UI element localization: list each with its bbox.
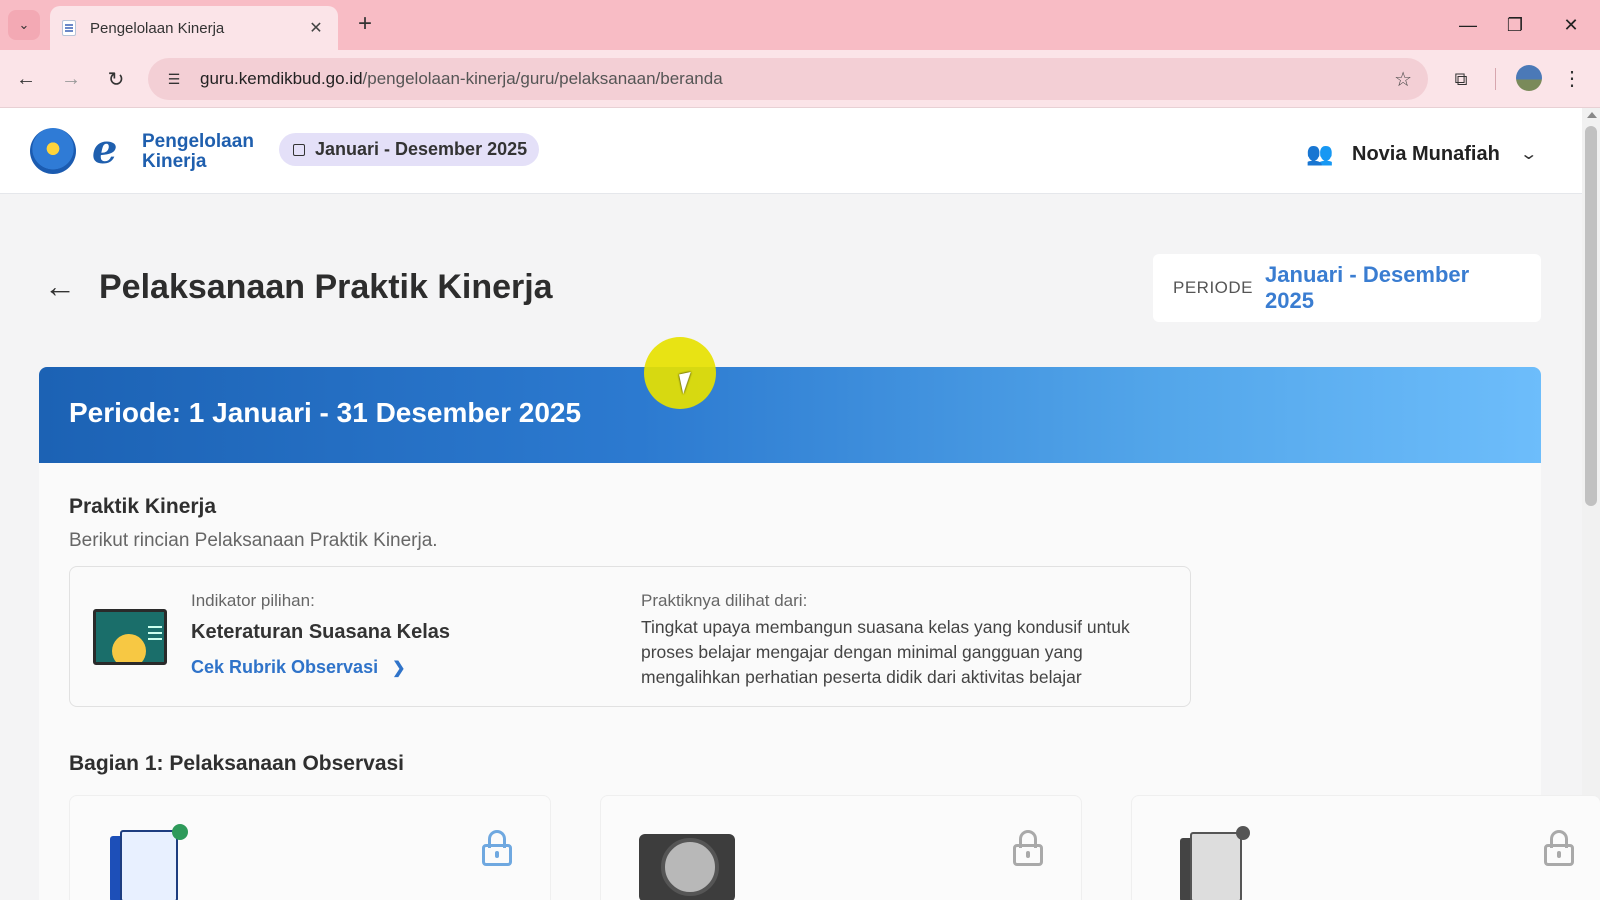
classroom-illustration-icon <box>93 609 167 665</box>
period-pill-label: Januari - Desember 2025 <box>315 139 528 159</box>
clipboard-check-illustration-icon <box>639 834 735 900</box>
page-back-arrow-icon[interactable]: ← <box>44 270 80 306</box>
board-lines-shape <box>148 626 162 628</box>
page-title: Pelaksanaan Praktik Kinerja <box>99 268 553 306</box>
new-tab-button[interactable]: + <box>352 12 378 38</box>
calendar-icon <box>293 143 305 156</box>
address-bar[interactable]: ☰ guru.kemdikbud.go.id/pengelolaan-kiner… <box>148 58 1428 100</box>
more-menu-icon[interactable]: ⋮ <box>1560 66 1584 92</box>
forward-arrow-icon[interactable]: → <box>54 62 88 96</box>
step-card-1[interactable] <box>69 795 551 900</box>
cek-rubrik-label: Cek Rubrik Observasi <box>191 657 379 677</box>
lock-icon <box>1544 830 1574 866</box>
browser-tab[interactable]: Pengelolaan Kinerja ✕ <box>50 6 338 50</box>
indicator-label: Indikator pilihan: <box>191 591 315 610</box>
page-favicon-icon <box>62 20 76 36</box>
check-badge-icon <box>172 824 188 840</box>
browser-tab-bar: ⌄ Pengelolaan Kinerja ✕ + — ❐ ✕ <box>0 0 1600 50</box>
minimize-button[interactable]: — <box>1448 10 1488 40</box>
app-logo-mark: e <box>92 126 118 173</box>
logo-line2: Kinerja <box>142 151 207 172</box>
banner-text: Periode: 1 Januari - 31 Desember 2025 <box>69 397 582 428</box>
smiley-sun-shape <box>112 634 146 662</box>
chevron-right-icon: ❯ <box>392 659 406 677</box>
app-header: e Pengelolaan Kinerja Januari - Desember… <box>0 108 1582 194</box>
reload-icon[interactable]: ↻ <box>99 62 133 96</box>
back-arrow-icon[interactable]: ← <box>9 62 43 96</box>
app-logo-text: Pengelolaan Kinerja <box>142 132 254 172</box>
browser-toolbar: ← → ↻ ☰ guru.kemdikbud.go.id/pengelolaan… <box>0 50 1600 108</box>
extensions-icon[interactable]: ⧉ <box>1448 66 1474 92</box>
chevron-down-icon: ⌄ <box>1519 146 1538 163</box>
report-illustration-icon <box>1180 826 1250 900</box>
profile-avatar[interactable] <box>1516 65 1542 91</box>
scroll-thumb[interactable] <box>1585 126 1597 506</box>
lock-icon <box>482 830 512 866</box>
practice-label: Praktiknya dilihat dari: <box>641 591 808 610</box>
toolbar-divider <box>1495 68 1496 90</box>
check-disc-shape <box>661 838 719 896</box>
scroll-up-arrow-icon[interactable] <box>1587 112 1597 118</box>
logo-line1: Pengelolaan <box>142 131 254 152</box>
report-sheet-shape <box>1190 832 1242 900</box>
lock-body-shape <box>482 844 512 866</box>
page-scrollbar[interactable] <box>1582 108 1600 900</box>
indicator-card: Indikator pilihan: Keteraturan Suasana K… <box>69 566 1191 707</box>
tab-close-icon[interactable]: ✕ <box>306 18 326 38</box>
indicator-title: Keteraturan Suasana Kelas <box>191 621 451 643</box>
lock-icon <box>1013 830 1043 866</box>
document-illustration-icon <box>110 824 190 900</box>
section-title: Praktik Kinerja <box>69 495 217 518</box>
lock-body-shape <box>1013 844 1043 866</box>
cursor-highlight <box>644 337 716 409</box>
periode-label: PERIODE <box>1173 278 1254 297</box>
step-card-3[interactable] <box>1131 795 1600 900</box>
doc-sheet-shape <box>120 830 178 900</box>
user-name: Novia Munafiah <box>1352 142 1500 165</box>
lock-body-shape <box>1544 844 1574 866</box>
tab-list-chevron-icon[interactable]: ⌄ <box>8 10 40 40</box>
url-path: /pengelolaan-kinerja/guru/pelaksanaan/be… <box>362 69 723 88</box>
periode-value: Januari - Desember 2025 <box>1265 262 1470 313</box>
cek-rubrik-link[interactable]: Cek Rubrik Observasi ❯ <box>191 657 406 678</box>
people-icon: 👥 <box>1306 141 1334 166</box>
period-banner: Periode: 1 Januari - 31 Desember 2025 <box>39 367 1541 463</box>
period-pill[interactable]: Januari - Desember 2025 <box>279 133 540 166</box>
periode-box: PERIODE Januari - Desember 2025 <box>1153 254 1541 322</box>
user-menu[interactable]: 👥 Novia Munafiah ⌄ <box>1306 138 1538 170</box>
tab-title: Pengelolaan Kinerja <box>90 19 225 37</box>
kemdikbud-emblem-logo <box>30 128 76 174</box>
url-text: guru.kemdikbud.go.id/pengelolaan-kinerja… <box>200 69 1394 89</box>
close-window-button[interactable]: ✕ <box>1551 10 1591 40</box>
section2-title: Bagian 1: Pelaksanaan Observasi <box>69 752 405 775</box>
site-settings-icon[interactable]: ☰ <box>164 69 184 89</box>
bookmark-star-icon[interactable]: ☆ <box>1394 67 1412 92</box>
section-subtitle: Berikut rincian Pelaksanaan Praktik Kine… <box>69 530 438 551</box>
check-badge-icon <box>1236 826 1250 840</box>
url-domain: guru.kemdikbud.go.id <box>200 69 363 88</box>
step-card-2[interactable] <box>600 795 1082 900</box>
practice-description: Tingkat upaya membangun suasana kelas ya… <box>641 617 1130 687</box>
restore-button[interactable]: ❐ <box>1495 10 1535 40</box>
